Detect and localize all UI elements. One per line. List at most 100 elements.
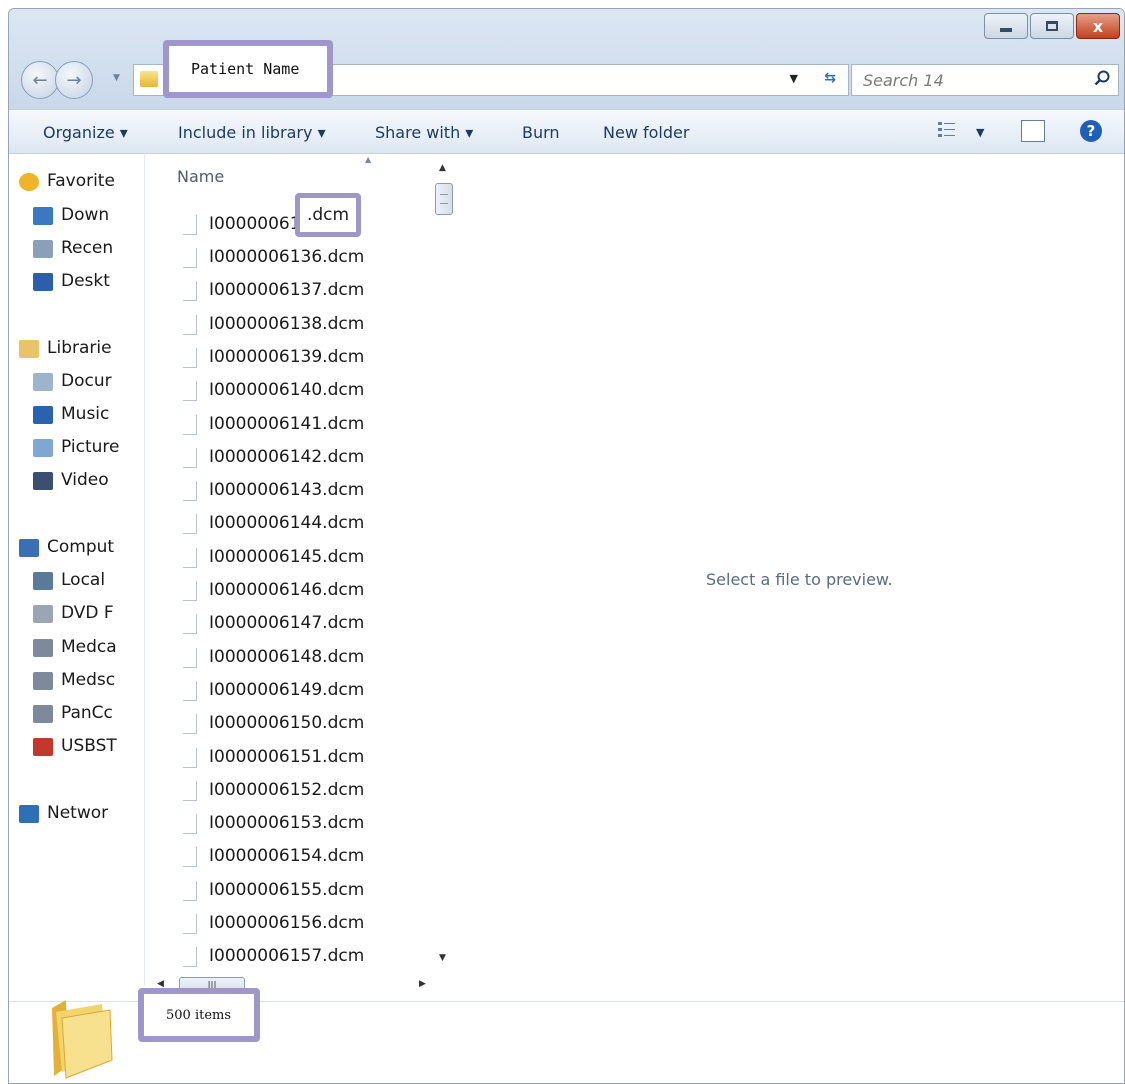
file-row[interactable]: I0000006153.dcm: [183, 810, 383, 840]
file-row[interactable]: I0000006150.dcm: [183, 710, 383, 740]
dvd-drive-icon: [33, 605, 53, 623]
nav-item[interactable]: USBST: [33, 734, 145, 762]
include-in-library-label: Include in library: [178, 123, 313, 142]
nav-item-label: Medca: [61, 637, 117, 657]
nav-item[interactable]: Networ: [19, 801, 145, 829]
recent-pages-dropdown-icon[interactable]: ▼: [113, 73, 120, 83]
computer-icon: [19, 539, 39, 557]
nav-item[interactable]: Deskt: [33, 269, 145, 297]
file-row[interactable]: I0000006143.dcm: [183, 477, 383, 507]
nav-item[interactable]: Medca: [33, 635, 145, 663]
nav-item-label: Favorite: [47, 171, 115, 191]
vertical-scrollbar[interactable]: ▲ ▼: [429, 155, 459, 975]
file-icon: [183, 847, 197, 868]
file-row[interactable]: I0000006142.dcm: [183, 444, 383, 474]
scroll-down-icon[interactable]: ▼: [439, 953, 446, 963]
back-button[interactable]: ←: [21, 61, 59, 99]
share-with-button[interactable]: Share with ▾: [375, 123, 473, 142]
file-row[interactable]: I0000006146.dcm: [183, 577, 383, 607]
file-row[interactable]: I0000006144.dcm: [183, 510, 383, 540]
include-in-library-button[interactable]: Include in library ▾: [178, 123, 326, 142]
file-extension: .dcm: [306, 205, 350, 225]
file-row[interactable]: I0000006147.dcm: [183, 610, 383, 640]
scroll-up-icon[interactable]: ▲: [439, 163, 446, 173]
file-name: I0000006139.dcm: [209, 346, 365, 367]
videos-icon: [33, 472, 53, 490]
documents-icon: [33, 373, 53, 391]
file-row[interactable]: I0000006152.dcm: [183, 777, 383, 807]
nav-item-label: Video: [61, 470, 109, 490]
close-button[interactable]: x: [1076, 13, 1120, 39]
nav-item-label: Networ: [47, 803, 109, 823]
file-icon: [183, 447, 197, 468]
chevron-down-icon: ▾: [317, 123, 326, 142]
preview-pane-icon[interactable]: [1021, 120, 1045, 142]
nav-item[interactable]: Favorite: [19, 169, 145, 197]
search-input[interactable]: Search 14: [851, 64, 1119, 96]
burn-button[interactable]: Burn: [522, 123, 560, 142]
search-icon[interactable]: [1094, 70, 1110, 86]
command-toolbar: Organize ▾ Include in library ▾ Share wi…: [9, 109, 1124, 154]
file-row[interactable]: I0000006139.dcm: [183, 344, 383, 374]
nav-item[interactable]: Video: [33, 468, 145, 496]
file-row[interactable]: I0000006156.dcm: [183, 910, 383, 940]
minimize-button[interactable]: [984, 13, 1028, 39]
star-icon: [19, 173, 39, 191]
file-row[interactable]: I0000006141.dcm: [183, 411, 383, 441]
share-with-label: Share with: [375, 123, 461, 142]
music-icon: [33, 406, 53, 424]
nav-item[interactable]: Down: [33, 203, 145, 231]
file-name: I0000006149.dcm: [209, 679, 365, 700]
file-row[interactable]: I0000006148.dcm: [183, 644, 383, 674]
nav-item[interactable]: Docur: [33, 369, 145, 397]
nav-item[interactable]: Librarie: [19, 336, 145, 364]
item-count-callout: 500 items: [138, 988, 260, 1042]
address-path-callout[interactable]: Patient Name: [163, 40, 333, 98]
maximize-button[interactable]: [1030, 13, 1074, 39]
new-folder-button[interactable]: New folder: [603, 123, 689, 142]
vertical-scroll-thumb[interactable]: [435, 183, 453, 215]
file-row[interactable]: I0000006157.dcm: [183, 943, 383, 973]
nav-item[interactable]: PanCc: [33, 701, 145, 729]
file-row[interactable]: I0000006149.dcm: [183, 677, 383, 707]
nav-item-label: Deskt: [61, 271, 110, 291]
nav-item[interactable]: Picture: [33, 435, 145, 463]
file-row[interactable]: I0000006155.dcm: [183, 877, 383, 907]
view-options-dropdown-icon[interactable]: ▼: [976, 126, 984, 139]
nav-item-label: Picture: [61, 437, 120, 457]
nav-item[interactable]: DVD F: [33, 601, 145, 629]
view-options-icon[interactable]: [937, 120, 957, 140]
scroll-right-icon[interactable]: ▶: [419, 979, 426, 989]
network-icon: [19, 805, 39, 823]
file-row[interactable]: I0000006138.dcm: [183, 311, 383, 341]
file-row[interactable]: I0000006145.dcm: [183, 544, 383, 574]
downloads-icon: [33, 207, 53, 225]
refresh-icon[interactable]: ⇆: [824, 70, 836, 86]
address-dropdown-icon[interactable]: ▼: [790, 72, 798, 85]
file-name: I0000006142.dcm: [209, 446, 365, 467]
column-header-name[interactable]: Name: [177, 167, 224, 186]
file-row[interactable]: I0000006136.dcm: [183, 244, 383, 274]
nav-item[interactable]: Recen: [33, 236, 145, 264]
file-icon: [183, 780, 197, 801]
help-icon[interactable]: ?: [1079, 119, 1103, 143]
organize-button[interactable]: Organize ▾: [43, 123, 128, 142]
pictures-icon: [33, 439, 53, 457]
file-name: I0000006146.dcm: [209, 580, 365, 600]
explorer-window: x ← → ▼ ▶ ▼ ⇆ Search 14 Or: [8, 8, 1125, 1084]
close-icon: x: [1092, 16, 1104, 36]
file-row[interactable]: I0000006154.dcm: [183, 843, 383, 873]
file-row[interactable]: I0000006140.dcm: [183, 377, 383, 407]
nav-item[interactable]: Comput: [19, 535, 145, 563]
file-icon: [183, 248, 197, 268]
forward-button[interactable]: →: [55, 61, 93, 99]
file-row[interactable]: I0000006151.dcm: [183, 744, 383, 774]
file-row[interactable]: I0000006137.dcm: [183, 277, 383, 307]
nav-item[interactable]: Music: [33, 402, 145, 430]
nav-item-label: Music: [61, 404, 110, 424]
file-name: I0000006138.dcm: [209, 313, 365, 334]
nav-item[interactable]: Medsc: [33, 668, 145, 696]
extension-callout: .dcm: [295, 193, 361, 237]
nav-item[interactable]: Local: [33, 568, 145, 596]
file-icon: [183, 747, 197, 768]
